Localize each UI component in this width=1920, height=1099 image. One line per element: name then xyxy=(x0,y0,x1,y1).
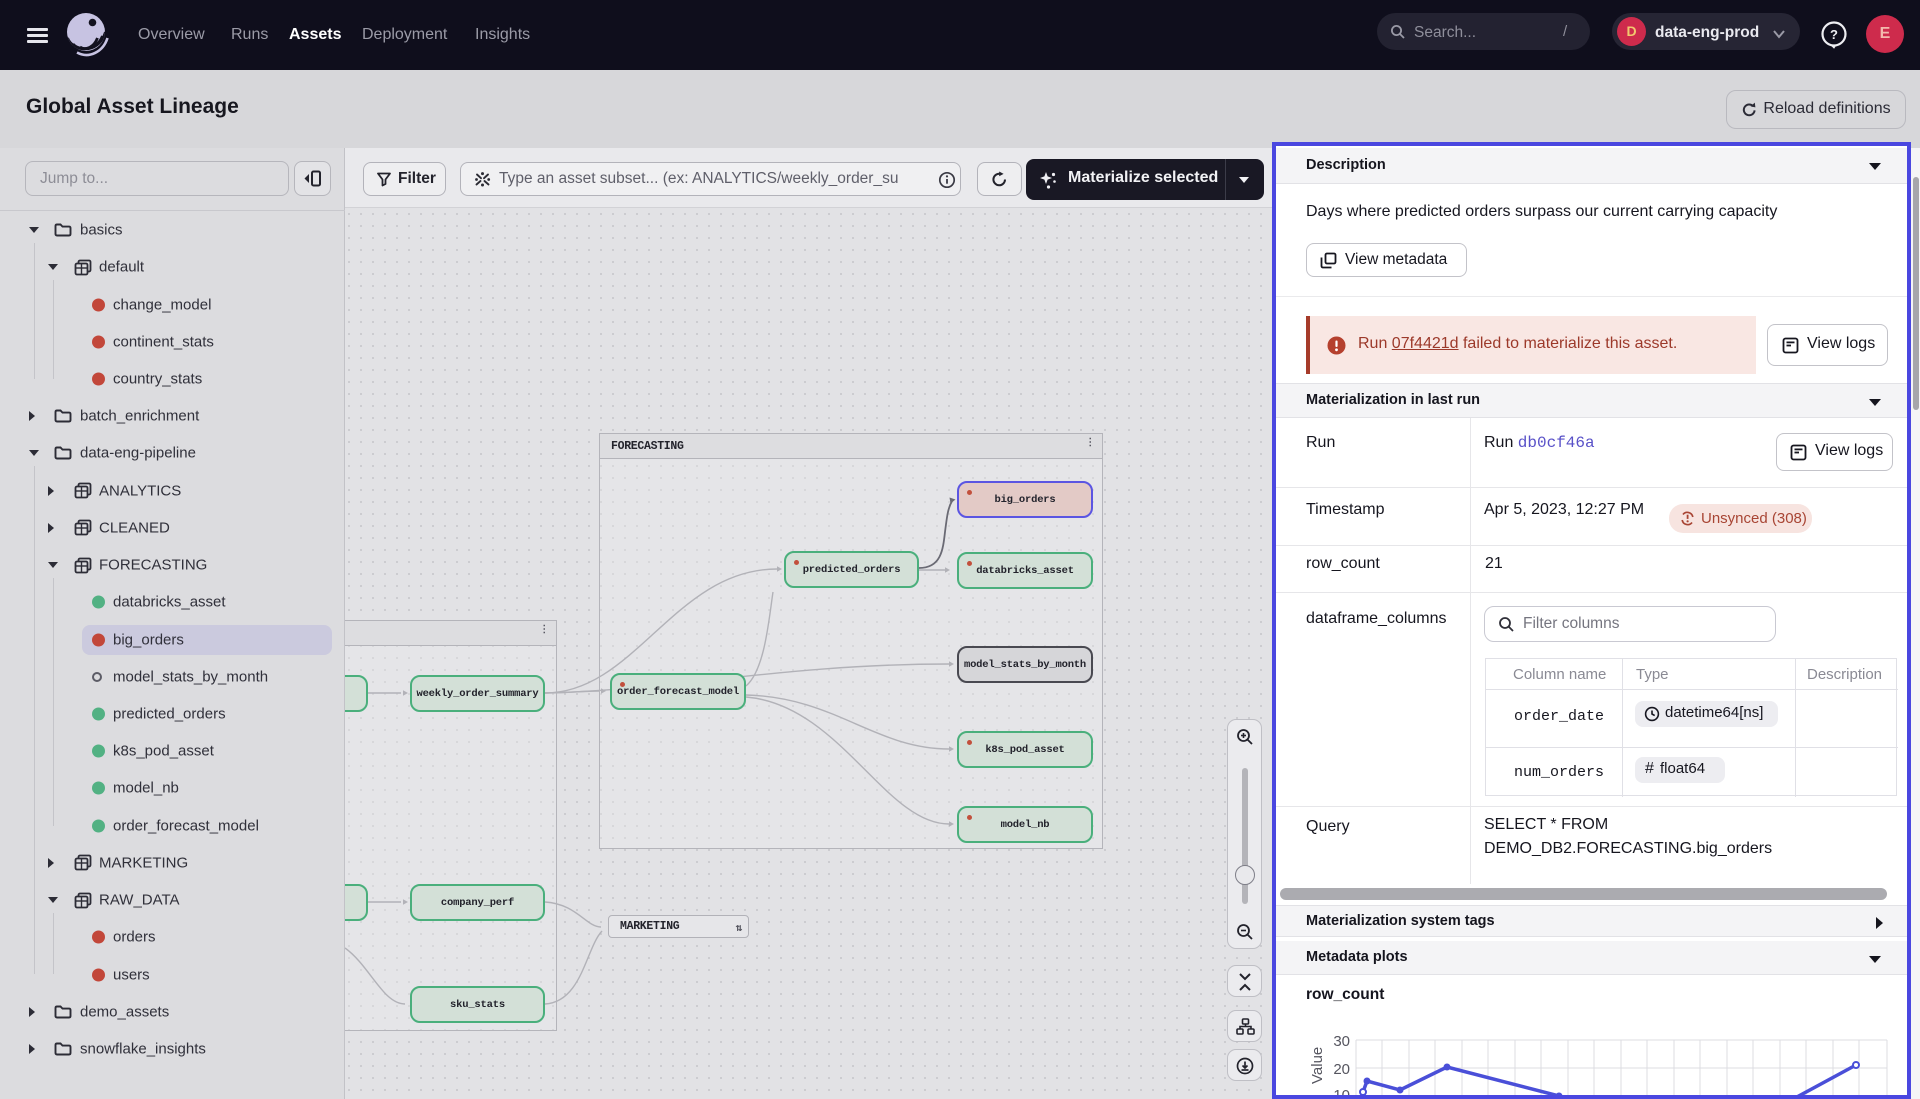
svg-text:10: 10 xyxy=(1333,1087,1350,1095)
svg-text:Value: Value xyxy=(1309,1047,1326,1084)
svg-text:20: 20 xyxy=(1333,1061,1350,1078)
svg-text:30: 30 xyxy=(1333,1033,1350,1050)
svg-text:?: ? xyxy=(1830,27,1838,42)
